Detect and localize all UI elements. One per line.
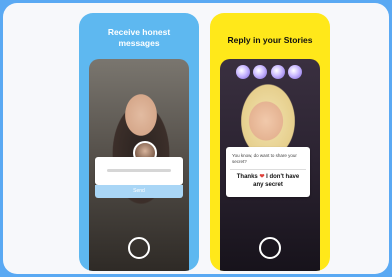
answer-text: Thanks ❤ I don't have any secret bbox=[232, 173, 304, 189]
answer-text-start: Thanks bbox=[236, 174, 260, 180]
story-reply-sticker[interactable]: You know, do want to share your secret? … bbox=[226, 147, 310, 197]
flower-crown-filter-icon bbox=[236, 65, 302, 81]
question-text: You know, do want to share your secret? bbox=[232, 153, 297, 164]
message-placeholder-line bbox=[107, 169, 171, 172]
camera-shutter-icon[interactable] bbox=[128, 237, 150, 259]
message-input[interactable] bbox=[95, 157, 183, 185]
card-title-reply: Reply in your Stories bbox=[227, 35, 313, 45]
card-title-line2: messages bbox=[118, 38, 160, 48]
camera-shutter-icon[interactable] bbox=[259, 237, 281, 259]
selfie-photo-blonde: You know, do want to share your secret? … bbox=[220, 59, 320, 271]
app-store-screenshot-panel: Receive honest messages Send Reply in yo… bbox=[3, 3, 389, 274]
send-button[interactable]: Send bbox=[95, 185, 183, 198]
send-button-label: Send bbox=[133, 188, 145, 194]
card-title-line1: Receive honest bbox=[107, 27, 171, 37]
reply-stories-card: Reply in your Stories You know, do want … bbox=[210, 13, 330, 271]
receive-messages-card: Receive honest messages Send bbox=[79, 13, 199, 271]
card-title-receive: Receive honest messages bbox=[85, 27, 193, 49]
divider bbox=[230, 169, 306, 170]
selfie-photo-brunette: Send bbox=[89, 59, 189, 271]
